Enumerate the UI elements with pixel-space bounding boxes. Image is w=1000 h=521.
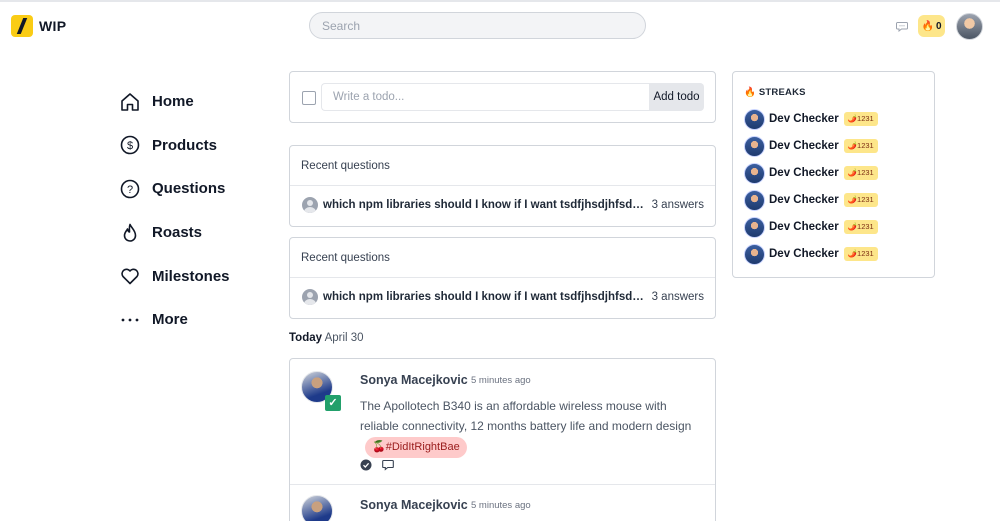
streak-button[interactable]: 🔥 0 bbox=[918, 15, 945, 37]
dollar-icon: $ bbox=[120, 136, 140, 155]
svg-text:$: $ bbox=[127, 140, 133, 152]
feed-card: ✓ Sonya Macejkovic 5 minutes ago The Apo… bbox=[289, 358, 716, 521]
question-icon: ? bbox=[120, 179, 140, 199]
streak-badge: 🌶️1231 bbox=[843, 166, 878, 180]
avatar bbox=[744, 189, 765, 211]
sidebar-item-milestones[interactable]: Milestones bbox=[119, 254, 230, 298]
question-row[interactable]: which npm libraries should I know if I w… bbox=[290, 186, 715, 226]
todo-card: Add todo bbox=[289, 71, 716, 123]
post-text: The Apollotech B340 is an affordable wir… bbox=[360, 399, 692, 433]
date-label: April 30 bbox=[324, 332, 364, 344]
streaks-card: 🔥 STREAKS Dev Checker 🌶️1231 Dev Checker… bbox=[732, 71, 935, 278]
author-avatar[interactable] bbox=[301, 495, 333, 521]
card-heading: Recent questions bbox=[290, 146, 715, 186]
more-icon bbox=[121, 318, 139, 322]
streak-badge: 🌶️1231 bbox=[843, 139, 878, 153]
question-row[interactable]: which npm libraries should I know if I w… bbox=[290, 278, 715, 318]
streak-badge: 🌶️1231 bbox=[843, 112, 878, 126]
search-input[interactable] bbox=[309, 12, 646, 39]
user-icon bbox=[302, 197, 318, 213]
sidebar-nav: Home $ Products ? Questions Roasts Miles… bbox=[119, 80, 230, 342]
feed-day-header: Today April 30 bbox=[289, 332, 364, 344]
sidebar-item-products[interactable]: $ Products bbox=[119, 124, 230, 168]
flame-icon: 🔥 bbox=[744, 87, 757, 98]
streak-user-row[interactable]: Dev Checker 🌶️1231 bbox=[744, 108, 878, 130]
question-title[interactable]: which npm libraries should I know if I w… bbox=[323, 291, 649, 303]
streak-user-name: Dev Checker bbox=[769, 167, 839, 179]
post-actions bbox=[360, 459, 394, 471]
answers-count: 3 answers bbox=[651, 291, 704, 303]
card-heading: Recent questions bbox=[290, 238, 715, 278]
streak-user-name: Dev Checker bbox=[769, 113, 839, 125]
avatar bbox=[744, 243, 765, 265]
flame-icon bbox=[123, 223, 137, 242]
home-icon bbox=[121, 92, 139, 111]
sidebar-item-label: Questions bbox=[152, 180, 226, 198]
feed-post: ✓ Sonya Macejkovic 5 minutes ago The Apo… bbox=[290, 359, 715, 485]
avatar bbox=[744, 162, 765, 184]
done-check-icon: ✓ bbox=[325, 395, 341, 411]
question-title[interactable]: which npm libraries should I know if I w… bbox=[323, 199, 649, 211]
sidebar-item-roasts[interactable]: Roasts bbox=[119, 211, 230, 255]
sidebar-item-questions[interactable]: ? Questions bbox=[119, 167, 230, 211]
todo-input[interactable] bbox=[321, 83, 651, 111]
todo-checkbox[interactable] bbox=[302, 91, 316, 105]
streaks-title: 🔥 STREAKS bbox=[744, 87, 806, 98]
streak-user-row[interactable]: Dev Checker 🌶️1231 bbox=[744, 189, 878, 211]
streak-count: 0 bbox=[935, 20, 942, 32]
streak-user-name: Dev Checker bbox=[769, 194, 839, 206]
logo-icon bbox=[11, 15, 33, 37]
heart-icon bbox=[121, 268, 139, 285]
avatar bbox=[744, 108, 765, 130]
post-body: The Apollotech B340 is an affordable wir… bbox=[360, 396, 705, 458]
post-author[interactable]: Sonya Macejkovic bbox=[360, 498, 468, 512]
check-circle-icon[interactable] bbox=[360, 459, 372, 471]
post-time: 5 minutes ago bbox=[471, 375, 531, 386]
sidebar-item-label: Products bbox=[152, 136, 218, 154]
answers-count: 3 answers bbox=[651, 199, 704, 211]
comment-icon[interactable] bbox=[382, 459, 394, 471]
streak-user-name: Dev Checker bbox=[769, 248, 839, 260]
streak-user-name: Dev Checker bbox=[769, 221, 839, 233]
recent-questions-card: Recent questions which npm libraries sho… bbox=[289, 237, 716, 319]
post-time: 5 minutes ago bbox=[471, 500, 531, 511]
sidebar-item-label: Home bbox=[152, 93, 194, 111]
streak-badge: 🌶️1231 bbox=[843, 247, 878, 261]
day-label: Today bbox=[289, 332, 323, 344]
streak-badge: 🌶️1231 bbox=[843, 220, 878, 234]
sidebar-item-label: Milestones bbox=[152, 267, 230, 285]
avatar bbox=[744, 216, 765, 238]
add-todo-button[interactable]: Add todo bbox=[649, 83, 704, 111]
avatar bbox=[744, 135, 765, 157]
logo[interactable]: WIP bbox=[11, 15, 66, 37]
app-name: WIP bbox=[39, 18, 67, 34]
sidebar-item-more[interactable]: More bbox=[119, 298, 230, 342]
chat-icon[interactable] bbox=[896, 20, 908, 32]
streak-user-row[interactable]: Dev Checker 🌶️1231 bbox=[744, 162, 878, 184]
flame-icon: 🔥 bbox=[921, 20, 934, 32]
svg-text:?: ? bbox=[127, 184, 133, 196]
streak-user-name: Dev Checker bbox=[769, 140, 839, 152]
header: WIP 🔥 0 bbox=[0, 2, 1000, 50]
sidebar-item-label: More bbox=[152, 311, 188, 329]
user-icon bbox=[302, 289, 318, 305]
user-avatar[interactable] bbox=[956, 13, 983, 40]
sidebar-item-label: Roasts bbox=[152, 224, 203, 242]
hashtag[interactable]: 🍒#DidItRightBae bbox=[365, 437, 467, 458]
streak-user-row[interactable]: Dev Checker 🌶️1231 bbox=[744, 135, 878, 157]
sidebar-item-home[interactable]: Home bbox=[119, 80, 230, 124]
post-author[interactable]: Sonya Macejkovic bbox=[360, 373, 468, 387]
streak-user-row[interactable]: Dev Checker 🌶️1231 bbox=[744, 243, 878, 265]
streak-badge: 🌶️1231 bbox=[843, 193, 878, 207]
recent-questions-card: Recent questions which npm libraries sho… bbox=[289, 145, 716, 227]
streak-user-row[interactable]: Dev Checker 🌶️1231 bbox=[744, 216, 878, 238]
